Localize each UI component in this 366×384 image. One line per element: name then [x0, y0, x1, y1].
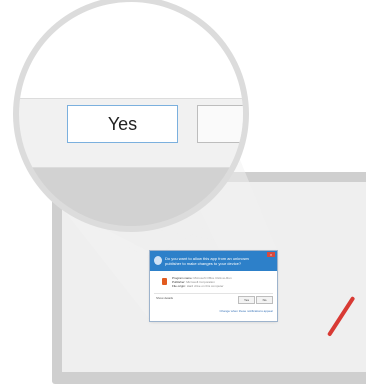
divider [154, 293, 273, 294]
magnified-no-button[interactable] [197, 105, 243, 143]
origin-value: Hard drive on this computer [186, 284, 224, 288]
show-details-link[interactable]: Show details [156, 296, 173, 300]
magnifier-circle: Yes [19, 2, 243, 226]
uac-question: Do you want to allow this app from an un… [165, 256, 249, 266]
change-notifications-link[interactable]: Change when these notifications appear [219, 309, 273, 313]
magnified-yes-button[interactable]: Yes [67, 105, 178, 143]
uac-info: Program name: Microsoft Office Click-to-… [172, 276, 262, 288]
yes-button[interactable]: Yes [238, 296, 255, 304]
origin-label: File origin: [172, 284, 186, 288]
mag-bottom-area [19, 168, 243, 226]
close-button[interactable]: × [267, 252, 275, 257]
uac-header: Do you want to allow this app from an un… [150, 251, 277, 271]
no-button[interactable]: No [256, 296, 273, 304]
office-logo-icon [162, 278, 167, 285]
mag-top-area [19, 2, 243, 98]
uac-dialog: Do you want to allow this app from an un… [150, 251, 277, 321]
shield-icon [154, 256, 162, 265]
